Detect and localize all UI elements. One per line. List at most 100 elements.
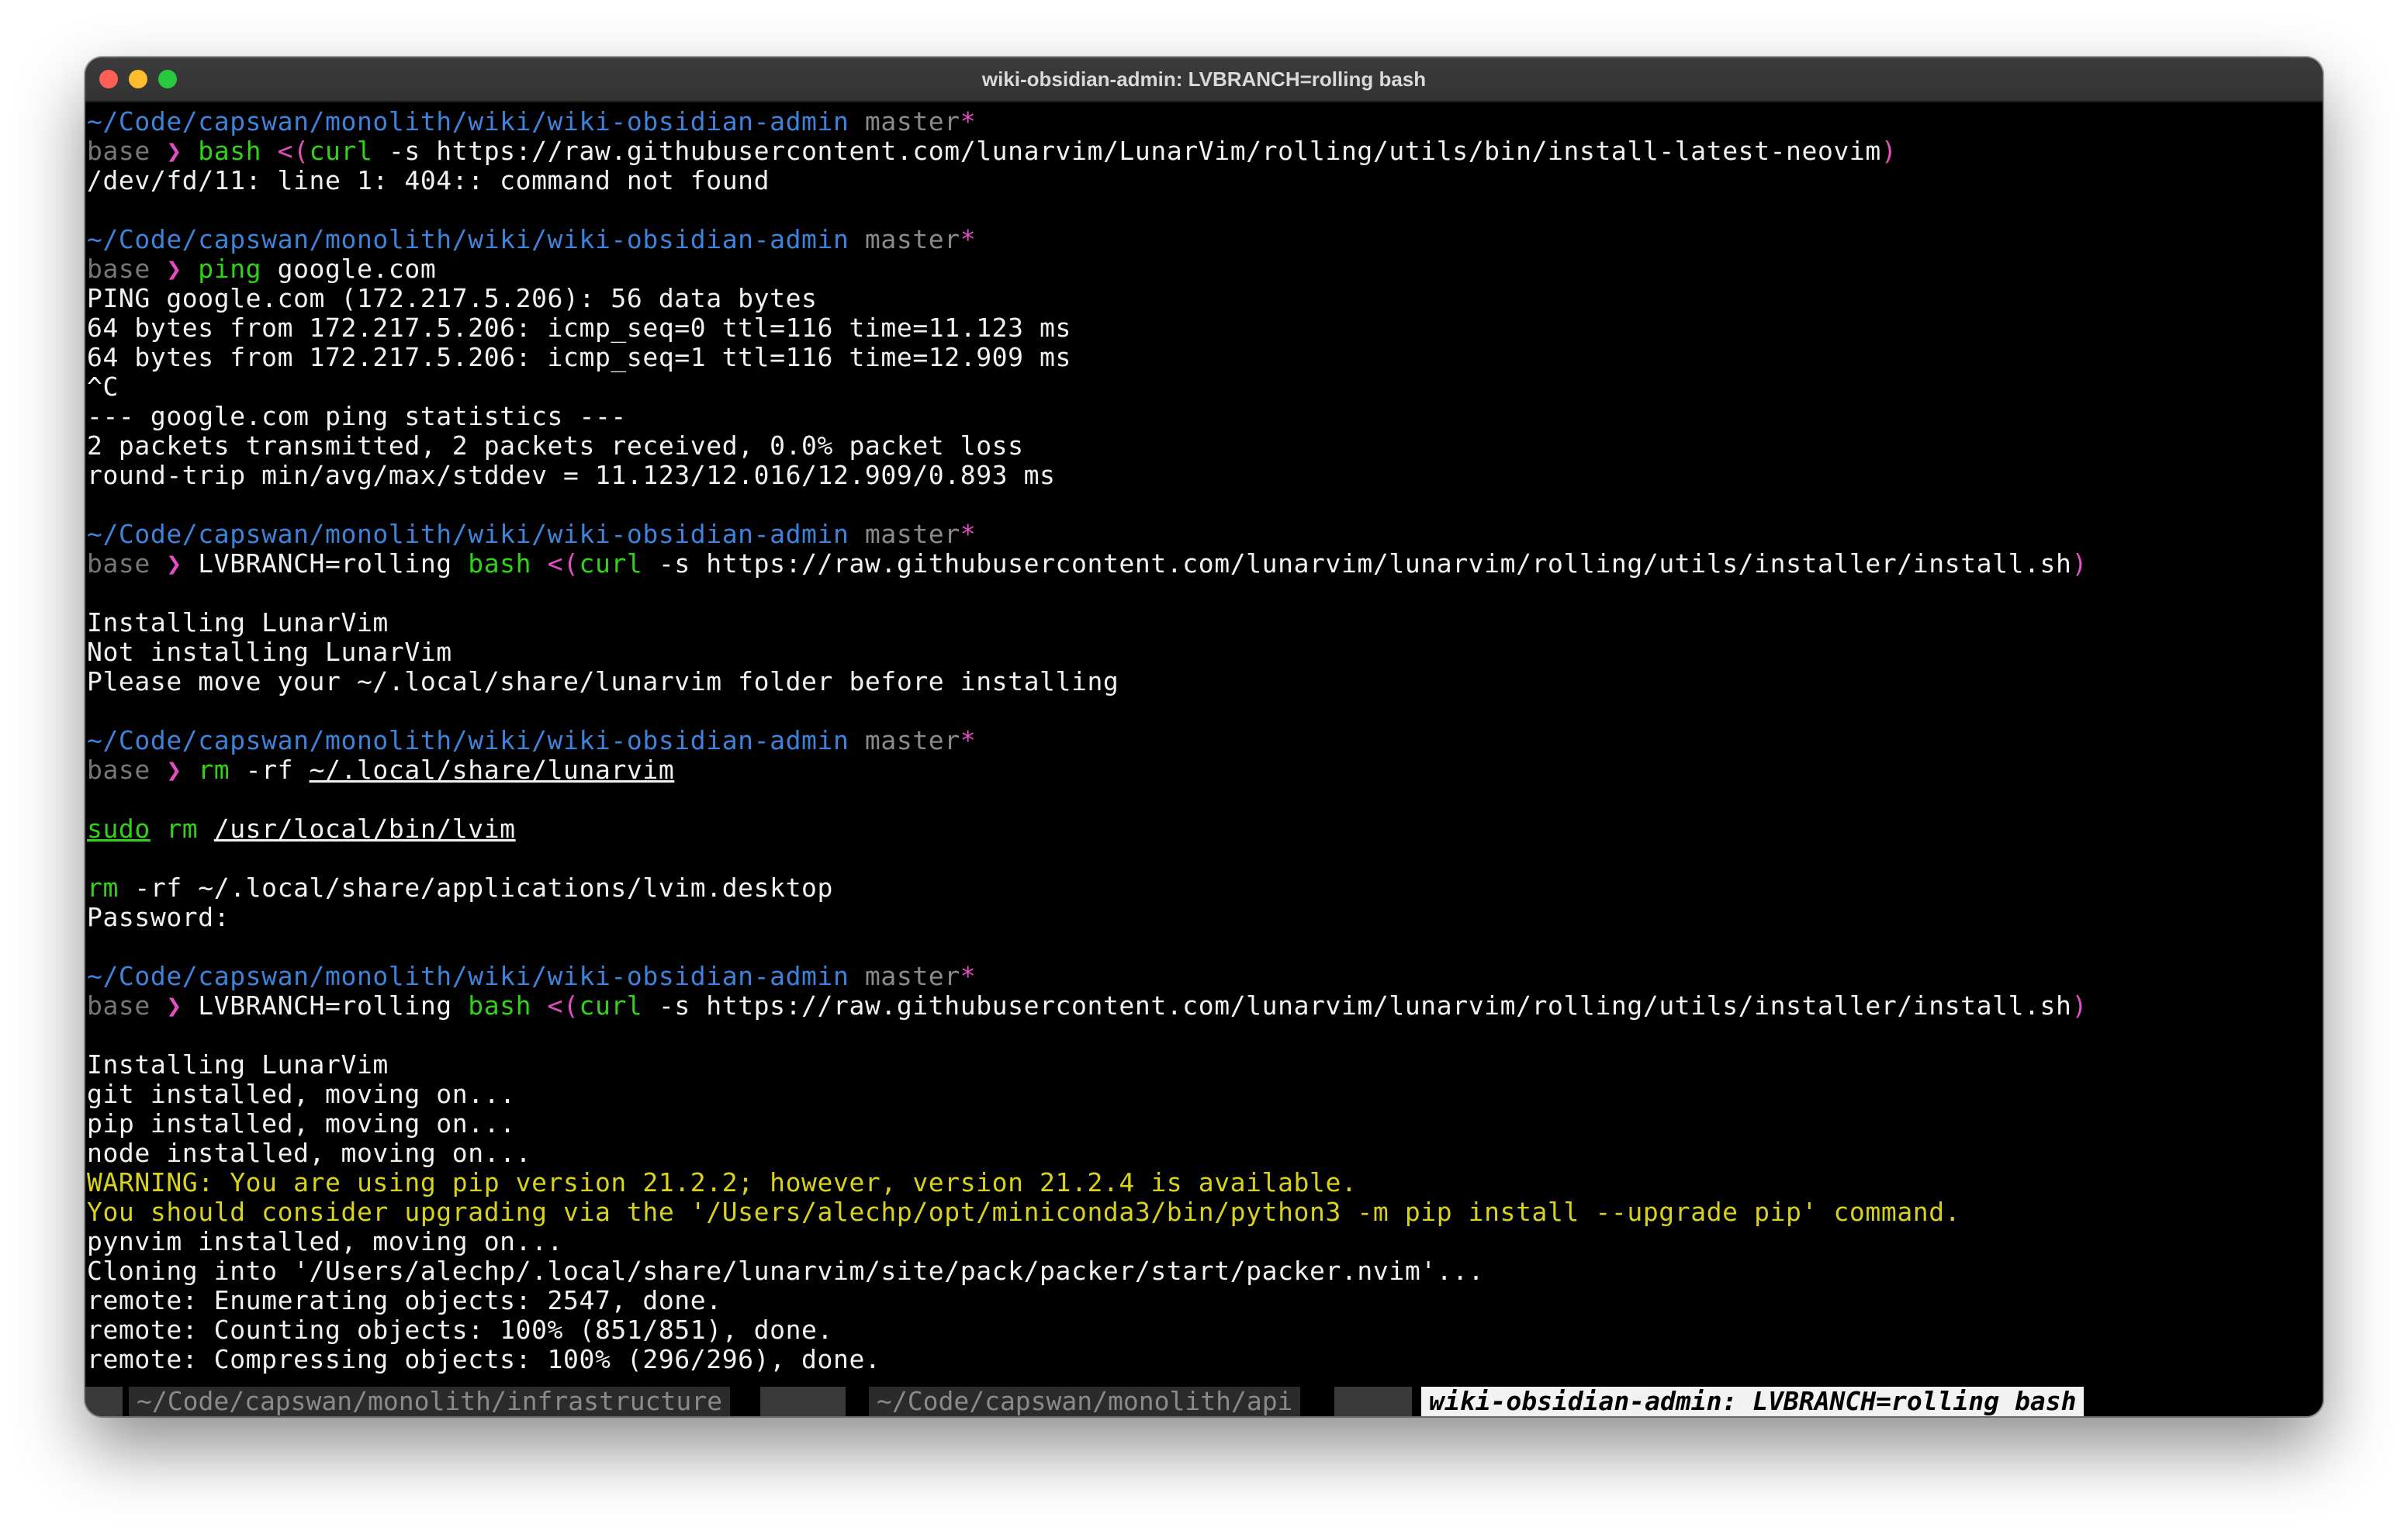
output-line: PING google.com (172.217.5.206): 56 data… — [87, 283, 818, 313]
warning-line: You should consider upgrading via the '/… — [87, 1197, 1961, 1227]
output-line: --- google.com ping statistics --- — [87, 401, 627, 431]
command-flag: -rf — [230, 755, 310, 785]
command-line: base ❯ LVBRANCH=rolling bash <(curl -s h… — [87, 991, 2323, 1021]
output-line: node installed, moving on... — [87, 1138, 532, 1168]
output-line: Cloning into '/Users/alechp/.local/share… — [87, 1256, 1485, 1286]
conda-env: base — [87, 254, 150, 284]
output-line: remote: Counting objects: 100% (851/851)… — [87, 1315, 833, 1345]
git-branch: master — [864, 519, 960, 549]
prompt-symbol: ❯ — [166, 755, 182, 785]
title-bar[interactable]: wiki-obsidian-admin: LVBRANCH=rolling ba… — [85, 57, 2323, 102]
warning-line: WARNING: You are using pip version 21.2.… — [87, 1167, 1358, 1197]
output-line: remote: Enumerating objects: 2547, done. — [87, 1285, 722, 1315]
output-line: round-trip min/avg/max/stddev = 11.123/1… — [87, 460, 1056, 490]
output-line: pynvim installed, moving on... — [87, 1226, 564, 1256]
prompt-path: ~/Code/capswan/monolith/wiki/wiki-obsidi… — [87, 106, 849, 137]
git-branch: master — [864, 725, 960, 755]
prompt-symbol: ❯ — [166, 254, 182, 284]
command-line: base ❯ bash <(curl -s https://raw.github… — [87, 137, 2323, 166]
command-args: google.com — [261, 254, 437, 284]
terminal-window[interactable]: wiki-obsidian-admin: LVBRANCH=rolling ba… — [85, 57, 2323, 1416]
command-name: bash — [468, 548, 532, 579]
command-name: sudo — [87, 814, 150, 844]
command-args: -rf ~/.local/share/applications/lvim.des… — [118, 873, 833, 903]
process-sub-open: <( — [531, 548, 580, 579]
output-line: Installing LunarVim — [87, 1049, 389, 1080]
command-args: -s https://raw.githubusercontent.com/lun… — [642, 990, 2072, 1021]
output-line: 64 bytes from 172.217.5.206: icmp_seq=0 … — [87, 313, 1071, 343]
command-name: bash — [468, 990, 532, 1021]
prompt-line: ~/Code/capswan/monolith/wiki/wiki-obsidi… — [87, 107, 2323, 137]
git-branch: master — [864, 224, 960, 254]
output-line: pip installed, moving on... — [87, 1108, 516, 1139]
command-name: curl — [309, 136, 373, 166]
tab-wiki-obsidian-admin[interactable]: wiki-obsidian-admin: LVBRANCH=rolling ba… — [1421, 1387, 2085, 1416]
process-sub-close: ) — [2071, 548, 2088, 579]
output-line: 64 bytes from 172.217.5.206: icmp_seq=1 … — [87, 342, 1071, 372]
command-name: rm — [198, 755, 230, 785]
command-line: sudo rm /usr/local/bin/lvim — [87, 814, 2323, 844]
prompt-symbol: ❯ — [166, 136, 182, 166]
output-line: /dev/fd/11: line 1: 404:: command not fo… — [87, 165, 770, 195]
command-name: ping — [198, 254, 262, 284]
prompt-path: ~/Code/capswan/monolith/wiki/wiki-obsidi… — [87, 961, 849, 991]
prompt-path: ~/Code/capswan/monolith/wiki/wiki-obsidi… — [87, 224, 849, 254]
command-line: base ❯ LVBRANCH=rolling bash <(curl -s h… — [87, 549, 2323, 579]
tab-separator — [760, 1387, 846, 1416]
git-branch: master — [864, 961, 960, 991]
conda-env: base — [87, 755, 150, 785]
output-line: Installing LunarVim — [87, 607, 389, 638]
prompt-symbol: ❯ — [166, 990, 182, 1021]
output-line: ^C — [87, 372, 119, 402]
output-line: Please move your ~/.local/share/lunarvim… — [87, 666, 1119, 696]
conda-env: base — [87, 136, 150, 166]
git-dirty-marker: * — [960, 224, 977, 254]
terminal-output[interactable]: ~/Code/capswan/monolith/wiki/wiki-obsidi… — [87, 107, 2323, 1374]
prompt-path: ~/Code/capswan/monolith/wiki/wiki-obsidi… — [87, 519, 849, 549]
git-dirty-marker: * — [960, 961, 977, 991]
prompt-line: ~/Code/capswan/monolith/wiki/wiki-obsidi… — [87, 225, 2323, 254]
process-sub-close: ) — [1880, 136, 1898, 166]
process-sub-open: <( — [531, 990, 580, 1021]
prompt-symbol: ❯ — [166, 548, 182, 579]
command-name: curl — [579, 990, 643, 1021]
command-args: -s https://raw.githubusercontent.com/lun… — [372, 136, 1881, 166]
env-assignment: LVBRANCH=rolling — [198, 990, 469, 1021]
env-assignment: LVBRANCH=rolling — [198, 548, 469, 579]
tab-separator — [1334, 1387, 1412, 1416]
output-line: 2 packets transmitted, 2 packets receive… — [87, 430, 1024, 461]
output-line: git installed, moving on... — [87, 1079, 516, 1109]
path-argument: ~/.local/share/lunarvim — [309, 755, 675, 785]
git-branch: master — [864, 106, 960, 137]
tab-api[interactable]: ~/Code/capswan/monolith/api — [869, 1387, 1301, 1416]
output-line: remote: Compressing objects: 100% (296/2… — [87, 1344, 881, 1374]
window-title: wiki-obsidian-admin: LVBRANCH=rolling ba… — [981, 67, 1427, 91]
command-line: rm -rf ~/.local/share/applications/lvim.… — [87, 873, 2323, 903]
command-line: base ❯ rm -rf ~/.local/share/lunarvim — [87, 755, 2323, 785]
command-name: bash — [198, 136, 262, 166]
prompt-line: ~/Code/capswan/monolith/wiki/wiki-obsidi… — [87, 726, 2323, 755]
prompt-line: ~/Code/capswan/monolith/wiki/wiki-obsidi… — [87, 520, 2323, 549]
prompt-line: ~/Code/capswan/monolith/wiki/wiki-obsidi… — [87, 962, 2323, 991]
command-name: rm — [87, 873, 119, 903]
command-line: base ❯ ping google.com — [87, 254, 2323, 284]
path-argument: /usr/local/bin/lvim — [213, 814, 516, 844]
command-args: -s https://raw.githubusercontent.com/lun… — [642, 548, 2072, 579]
command-name: rm — [166, 814, 199, 844]
git-dirty-marker: * — [960, 519, 977, 549]
tab-infrastructure[interactable]: ~/Code/capswan/monolith/infrastructure — [129, 1387, 730, 1416]
git-dirty-marker: * — [960, 725, 977, 755]
password-prompt: Password: — [87, 902, 230, 932]
output-line: Not installing LunarVim — [87, 637, 452, 667]
tmux-status-bar: ~/Code/capswan/monolith/infrastructure ~… — [85, 1387, 2323, 1416]
conda-env: base — [87, 990, 150, 1021]
process-sub-open: <( — [261, 136, 310, 166]
process-sub-close: ) — [2071, 990, 2088, 1021]
